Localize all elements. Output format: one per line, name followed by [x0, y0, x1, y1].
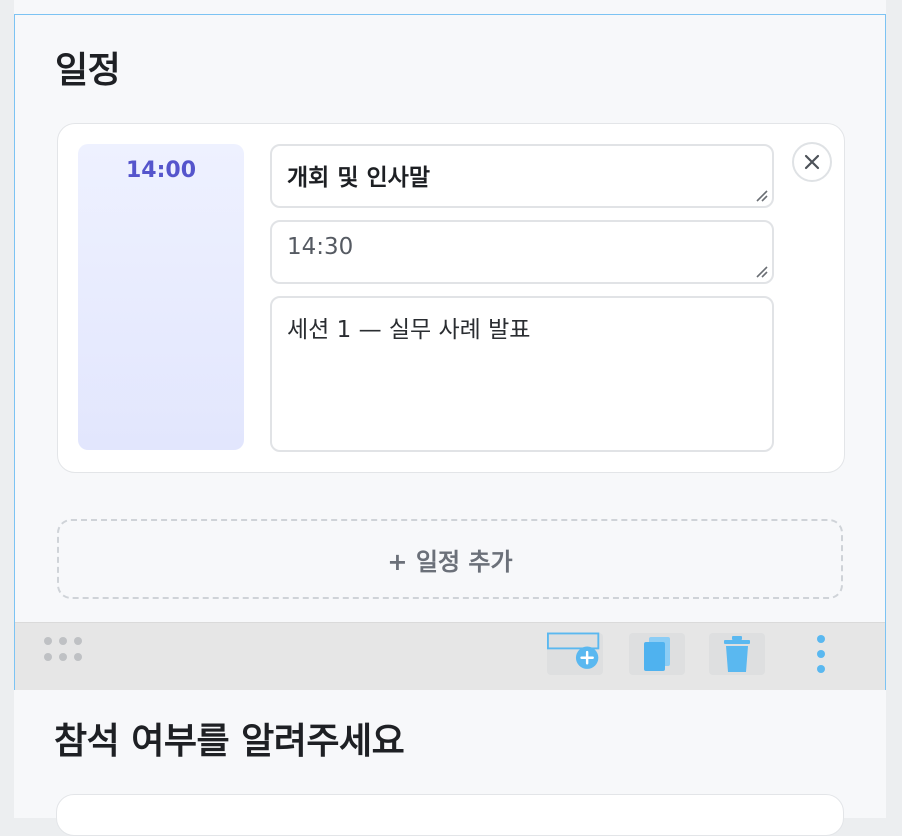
- schedule-item-card: 14:00 개회 및 인사말 14:30 세션 1 — 실무 사례 발표: [57, 123, 845, 473]
- duplicate-button[interactable]: [629, 633, 685, 675]
- end-time-field[interactable]: 14:30: [270, 220, 774, 284]
- add-schedule-label: + 일정 추가: [387, 547, 513, 576]
- description-field[interactable]: 세션 1 — 실무 사례 발표: [270, 296, 774, 452]
- previous-section: [14, 0, 886, 14]
- start-time-badge[interactable]: 14:00: [78, 144, 244, 450]
- resize-grip-icon[interactable]: [754, 264, 768, 278]
- drag-handle-icon[interactable]: [43, 635, 87, 665]
- item-title-field[interactable]: 개회 및 인사말: [270, 144, 774, 208]
- page-canvas: 일정 14:00 개회 및 인사말 14:30 세션 1 — 실무 사례 발표: [14, 0, 886, 836]
- end-time-value: 14:30: [287, 234, 354, 260]
- block-toolbar: [15, 622, 885, 690]
- trash-icon: [724, 636, 750, 672]
- duplicate-icon: [644, 637, 670, 671]
- item-title-value: 개회 및 인사말: [287, 165, 430, 191]
- more-options-button[interactable]: [793, 633, 849, 675]
- close-icon: [804, 154, 820, 170]
- section-title: 일정: [55, 50, 121, 91]
- remove-item-button[interactable]: [792, 142, 832, 182]
- add-block-icon: [547, 632, 600, 669]
- delete-button[interactable]: [709, 633, 765, 675]
- add-block-button[interactable]: [547, 632, 603, 675]
- more-vertical-icon: [817, 635, 825, 673]
- rsvp-card: [56, 794, 844, 836]
- schedule-section[interactable]: 일정 14:00 개회 및 인사말 14:30 세션 1 — 실무 사례 발표: [14, 14, 886, 690]
- rsvp-section-title: 참석 여부를 알려주세요: [54, 721, 405, 762]
- add-schedule-button[interactable]: + 일정 추가: [57, 519, 843, 599]
- description-value: 세션 1 — 실무 사례 발표: [287, 317, 531, 343]
- start-time-text: 14:00: [125, 158, 197, 183]
- resize-grip-icon[interactable]: [754, 188, 768, 202]
